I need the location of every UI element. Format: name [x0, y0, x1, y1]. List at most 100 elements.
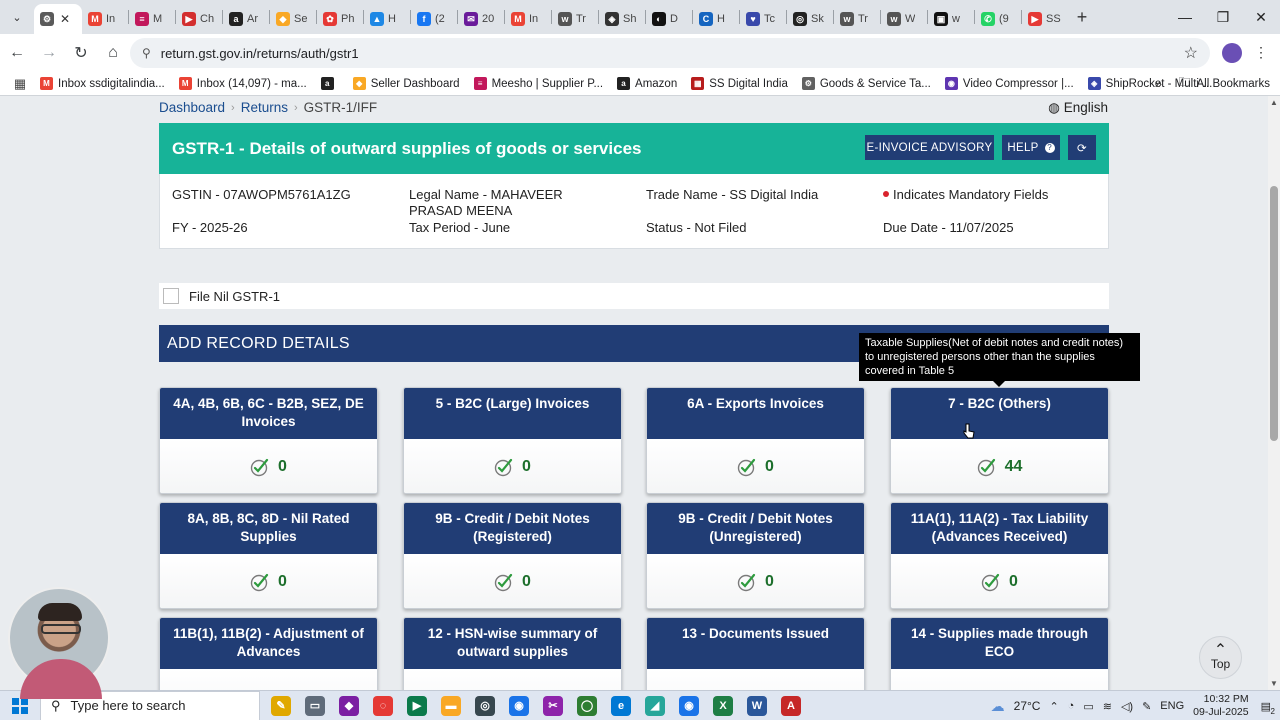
scroll-top-button[interactable]: ⌃ Top — [1199, 636, 1242, 679]
taskbar-clock[interactable]: 10:32 PM 09-Jul-2025 — [1193, 693, 1248, 719]
taskbar-app-icon[interactable]: ◉ — [502, 691, 536, 720]
bookmark-item[interactable]: a — [320, 77, 339, 90]
record-tile[interactable]: 7 - B2C (Others) 44 — [890, 387, 1109, 494]
bookmark-item[interactable]: ▦ SS Digital India — [691, 77, 788, 90]
taskbar-app-icon[interactable]: ✎ — [264, 691, 298, 720]
taskbar-app-icon[interactable]: ✂ — [536, 691, 570, 720]
browser-tab[interactable]: ◐ D — [646, 4, 692, 34]
taskbar-app-icon[interactable]: ▭ — [298, 691, 332, 720]
record-tile[interactable]: 5 - B2C (Large) Invoices 0 — [403, 387, 622, 494]
record-tile[interactable]: 11B(1), 11B(2) - Adjustment of Advances — [159, 617, 378, 690]
wifi-icon[interactable]: ≋ — [1103, 700, 1112, 713]
browser-tab[interactable]: ▶ Ch — [176, 4, 222, 34]
taskbar-app-icon[interactable]: ◉ — [672, 691, 706, 720]
new-tab-button[interactable]: + — [1068, 7, 1096, 28]
taskbar-app-icon[interactable]: ▶ — [400, 691, 434, 720]
taskbar-app-icon[interactable]: W — [740, 691, 774, 720]
bookmark-item[interactable]: ≡ Meesho | Supplier P... — [473, 77, 603, 90]
record-tile[interactable]: 8A, 8B, 8C, 8D - Nil Rated Supplies 0 — [159, 502, 378, 609]
tray-chevron-icon[interactable]: ⌃ — [1049, 700, 1058, 713]
bookmark-item[interactable]: ◆ Seller Dashboard — [352, 77, 460, 90]
browser-tab[interactable]: ◎ Sk — [787, 4, 833, 34]
apps-grid-icon[interactable]: ▦ — [0, 76, 40, 92]
taskbar-app-icon[interactable]: X — [706, 691, 740, 720]
browser-tab[interactable]: ◆ Se — [270, 4, 316, 34]
browser-tab[interactable]: ◈ Sh — [599, 4, 645, 34]
taskbar-app-icon[interactable]: A — [774, 691, 808, 720]
taskbar-app-icon[interactable]: ◆ — [332, 691, 366, 720]
weather-temp[interactable]: 27°C — [1014, 699, 1041, 713]
profile-avatar[interactable] — [1222, 43, 1242, 63]
forward-icon[interactable]: → — [34, 38, 64, 68]
browser-tab[interactable]: CH — [693, 4, 739, 34]
taskbar-app-icon[interactable]: ▬ — [434, 691, 468, 720]
battery-icon[interactable]: ▭ — [1083, 700, 1093, 713]
browser-tab[interactable]: f (2 — [411, 4, 457, 34]
browser-tab[interactable]: a Ar — [223, 4, 269, 34]
browser-tab[interactable]: ▲ H — [364, 4, 410, 34]
einvoice-advisory-button[interactable]: E-INVOICE ADVISORY — [865, 135, 994, 160]
record-tile[interactable]: 12 - HSN-wise summary of outward supplie… — [403, 617, 622, 690]
scroll-up-icon[interactable]: ▲ — [1270, 98, 1278, 107]
bookmark-item[interactable]: M Inbox (14,097) - ma... — [178, 77, 307, 90]
menu-kebab-icon[interactable]: ⋮ — [1254, 44, 1268, 61]
bookmark-item[interactable]: M Inbox ssdigitalindia... — [40, 77, 165, 90]
browser-tab[interactable]: ✿ Ph — [317, 4, 363, 34]
browser-tab[interactable]: M In — [82, 4, 128, 34]
scrollbar-thumb[interactable] — [1270, 186, 1278, 441]
breadcrumb-dashboard[interactable]: Dashboard — [159, 100, 225, 115]
taskbar-app-icon[interactable]: ◎ — [468, 691, 502, 720]
more-bookmarks-icon[interactable]: » — [1155, 76, 1162, 91]
browser-tab[interactable]: ▣ w — [928, 4, 974, 34]
browser-tab[interactable]: ✉ 20 — [458, 4, 504, 34]
scroll-down-icon[interactable]: ▼ — [1270, 679, 1278, 688]
record-tile[interactable]: 11A(1), 11A(2) - Tax Liability (Advances… — [890, 502, 1109, 609]
record-tile[interactable]: 9B - Credit / Debit Notes (Registered) 0 — [403, 502, 622, 609]
all-bookmarks-button[interactable]: 🗀 All Bookmarks — [1178, 73, 1270, 94]
minimize-icon[interactable]: — — [1166, 0, 1204, 34]
browser-tab[interactable]: ▶ SS — [1022, 4, 1068, 34]
browser-tab[interactable]: ♥ Tc — [740, 4, 786, 34]
file-nil-checkbox[interactable] — [163, 288, 179, 304]
taskbar-app-icon[interactable]: ◢ — [638, 691, 672, 720]
home-icon[interactable]: ⌂ — [98, 38, 128, 68]
record-tile[interactable]: 14 - Supplies made through ECO — [890, 617, 1109, 690]
browser-tab[interactable]: ✆ (9 — [975, 4, 1021, 34]
taskbar-app-icon[interactable]: ◯ — [570, 691, 604, 720]
bookmark-item[interactable]: ⚙ Goods & Service Ta... — [801, 77, 931, 90]
browser-tab[interactable]: wW — [881, 4, 927, 34]
close-tab-icon[interactable]: ✕ — [60, 12, 70, 26]
maximize-icon[interactable]: ❐ — [1204, 0, 1242, 34]
bookmark-item[interactable]: a Amazon — [617, 77, 677, 90]
browser-tab[interactable]: M In — [505, 4, 551, 34]
close-window-icon[interactable]: ✕ — [1242, 0, 1280, 34]
network-icon[interactable]: ◔ — [1068, 700, 1075, 712]
windows-start-icon[interactable] — [0, 697, 40, 714]
browser-tab[interactable]: w Tr — [552, 4, 598, 34]
taskbar-app-icon[interactable]: e — [604, 691, 638, 720]
back-icon[interactable]: ← — [2, 38, 32, 68]
site-info-icon[interactable]: ⚲ — [142, 46, 151, 60]
tab-search-icon[interactable]: ⌄ — [0, 0, 34, 34]
breadcrumb-returns[interactable]: Returns — [241, 100, 288, 115]
record-tile[interactable]: 4A, 4B, 6B, 6C - B2B, SEZ, DE Invoices 0 — [159, 387, 378, 494]
address-bar[interactable]: ⚲ return.gst.gov.in/returns/auth/gstr1 ☆ — [130, 38, 1210, 68]
notifications-icon[interactable]: ▤ 2 — [1261, 700, 1275, 716]
taskbar-app-icon[interactable]: ◌ — [366, 691, 400, 720]
record-tile[interactable]: 13 - Documents Issued — [646, 617, 865, 690]
weather-icon[interactable]: ☁ — [991, 698, 1005, 715]
page-scrollbar[interactable]: ▲ ▼ — [1268, 96, 1280, 690]
browser-tab[interactable]: w Tr — [834, 4, 880, 34]
volume-icon[interactable]: ◁) — [1121, 700, 1133, 713]
browser-tab[interactable]: ≡ M — [129, 4, 175, 34]
record-tile[interactable]: 9B - Credit / Debit Notes (Unregistered)… — [646, 502, 865, 609]
pen-icon[interactable]: ✎ — [1142, 700, 1151, 713]
browser-tab[interactable]: ⚙ ✕ — [34, 4, 82, 34]
input-language[interactable]: ENG — [1160, 700, 1184, 712]
bookmark-star-icon[interactable]: ☆ — [1184, 43, 1198, 63]
reload-icon[interactable]: ↻ — [66, 38, 96, 68]
language-selector[interactable]: ◍ English — [1048, 100, 1108, 116]
bookmark-item[interactable]: ◉ Video Compressor |... — [944, 77, 1074, 90]
refresh-button[interactable]: ⟳ — [1068, 135, 1096, 160]
help-button[interactable]: HELP ? — [1002, 135, 1060, 160]
